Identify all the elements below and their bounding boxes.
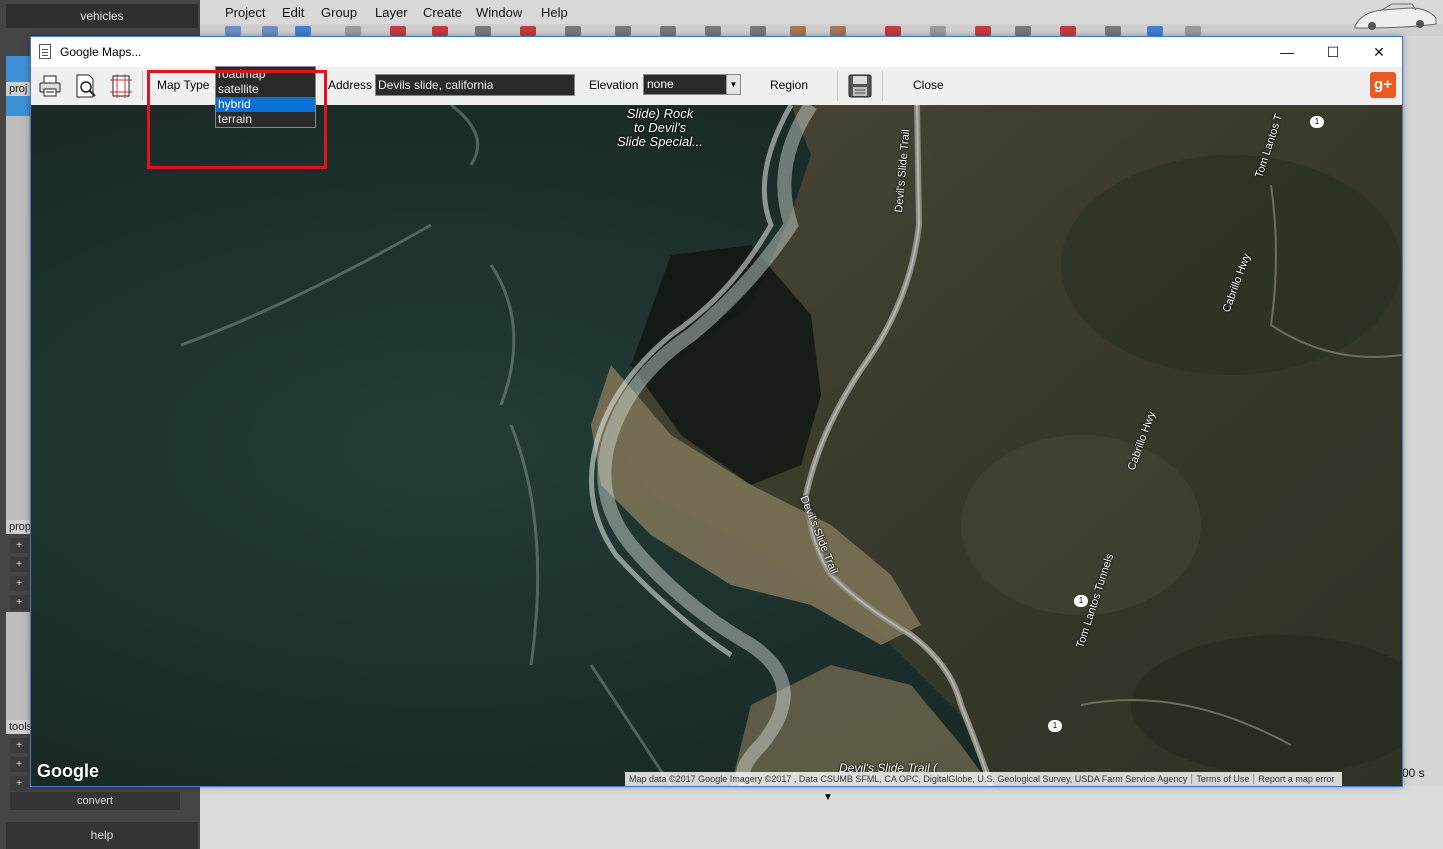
close-button[interactable]: Close (913, 78, 944, 92)
toolbar-separator (837, 71, 838, 101)
place-label[interactable]: Slide) Rock to Devil's Slide Special... (617, 107, 703, 149)
highlight-annotation (147, 70, 327, 169)
expand-button[interactable]: + (10, 576, 28, 591)
hand-tool-icon[interactable] (295, 26, 311, 36)
save-icon[interactable] (847, 73, 873, 99)
car-logo-icon (1354, 3, 1437, 30)
menu-create[interactable]: Create (423, 5, 462, 20)
tool-icon[interactable] (660, 26, 676, 36)
expand-button[interactable]: + (10, 538, 28, 553)
google-plus-icon[interactable]: g+ (1370, 72, 1396, 98)
address-input[interactable]: Devils slide, california (375, 74, 575, 96)
tool-icon[interactable] (705, 26, 721, 36)
google-logo: Google (37, 761, 99, 781)
tool-icon[interactable] (975, 26, 991, 36)
elevation-select[interactable]: none ▼ (643, 74, 741, 95)
tool-icon[interactable] (615, 26, 631, 36)
tool-icon[interactable] (885, 26, 901, 36)
chevron-down-icon[interactable]: ▼ (726, 75, 740, 94)
print-preview-icon[interactable] (73, 73, 99, 99)
toolbar-separator (142, 71, 143, 101)
time-readout: 00 s (1402, 766, 1425, 780)
expand-button[interactable]: + (10, 738, 28, 753)
attribution-text: Map data ©2017 Google Imagery ©2017 , Da… (629, 774, 1188, 784)
route-shield-icon: 1 (1048, 720, 1062, 732)
help-button[interactable]: help (6, 822, 198, 849)
tool-icon[interactable] (1015, 26, 1031, 36)
prop-list (6, 612, 30, 720)
tool-icon[interactable] (1185, 26, 1201, 36)
route-shield-icon: 1 (1310, 116, 1324, 128)
tool-icon[interactable] (790, 26, 806, 36)
region-button[interactable]: Region (770, 78, 808, 92)
tool-icon[interactable] (345, 26, 361, 36)
terms-of-use-link[interactable]: Terms of Use (1191, 774, 1254, 784)
expand-button[interactable]: + (10, 557, 28, 572)
tool-icon[interactable] (1105, 26, 1121, 36)
chevron-down-icon[interactable]: ▼ (823, 792, 833, 803)
tool-icon[interactable] (1060, 26, 1076, 36)
address-label: Address (328, 78, 373, 92)
minimize-button[interactable]: — (1264, 37, 1310, 67)
timeline-area (200, 786, 1443, 849)
printer-icon[interactable] (37, 73, 63, 99)
expand-button[interactable]: + (10, 595, 28, 610)
elevation-label: Elevation (589, 78, 639, 92)
menu-window[interactable]: Window (476, 5, 522, 20)
map-view[interactable]: Slide) Rock to Devil's Slide Special... … (31, 105, 1402, 786)
tool-icon[interactable] (750, 26, 766, 36)
tool-icon[interactable] (565, 26, 581, 36)
tool-icon[interactable] (830, 26, 846, 36)
tool-icon[interactable] (930, 26, 946, 36)
tool-icon[interactable] (225, 26, 241, 36)
tool-icon[interactable] (475, 26, 491, 36)
tool-icon[interactable] (520, 26, 536, 36)
convert-button[interactable]: convert (10, 792, 180, 810)
menu-project[interactable]: Project (225, 5, 265, 20)
app-toolbar (200, 24, 1443, 36)
dialog-titlebar[interactable]: Google Maps... — ☐ ✕ (31, 37, 1402, 67)
document-icon (39, 44, 51, 59)
satellite-imagery (31, 105, 1402, 786)
project-list (6, 116, 30, 520)
app-menubar: Project Edit Group Layer Create Window H… (200, 0, 1443, 24)
expand-button[interactable]: + (10, 776, 28, 791)
maximize-button[interactable]: ☐ (1310, 37, 1356, 67)
tool-icon[interactable] (390, 26, 406, 36)
menu-group[interactable]: Group (321, 5, 357, 20)
menu-edit[interactable]: Edit (282, 5, 304, 20)
close-window-button[interactable]: ✕ (1356, 37, 1402, 67)
menu-layer[interactable]: Layer (375, 5, 408, 20)
page-setup-icon[interactable] (108, 73, 134, 99)
google-maps-dialog: Google Maps... — ☐ ✕ Map Type hybrid ▼ (30, 36, 1403, 787)
map-attribution: Map data ©2017 Google Imagery ©2017 , Da… (625, 772, 1343, 786)
route-shield-icon: 1 (1074, 595, 1088, 607)
panel-header-vehicles[interactable]: vehicles (6, 4, 198, 28)
dialog-title: Google Maps... (60, 45, 142, 59)
expand-button[interactable]: + (10, 757, 28, 772)
toolbar-separator (882, 71, 883, 101)
report-map-error-link[interactable]: Report a map error (1253, 774, 1339, 784)
tool-icon[interactable] (432, 26, 448, 36)
grid-tool-icon[interactable] (1147, 26, 1163, 36)
tool-icon[interactable] (262, 26, 278, 36)
menu-help[interactable]: Help (541, 5, 568, 20)
elevation-value: none (647, 77, 674, 91)
